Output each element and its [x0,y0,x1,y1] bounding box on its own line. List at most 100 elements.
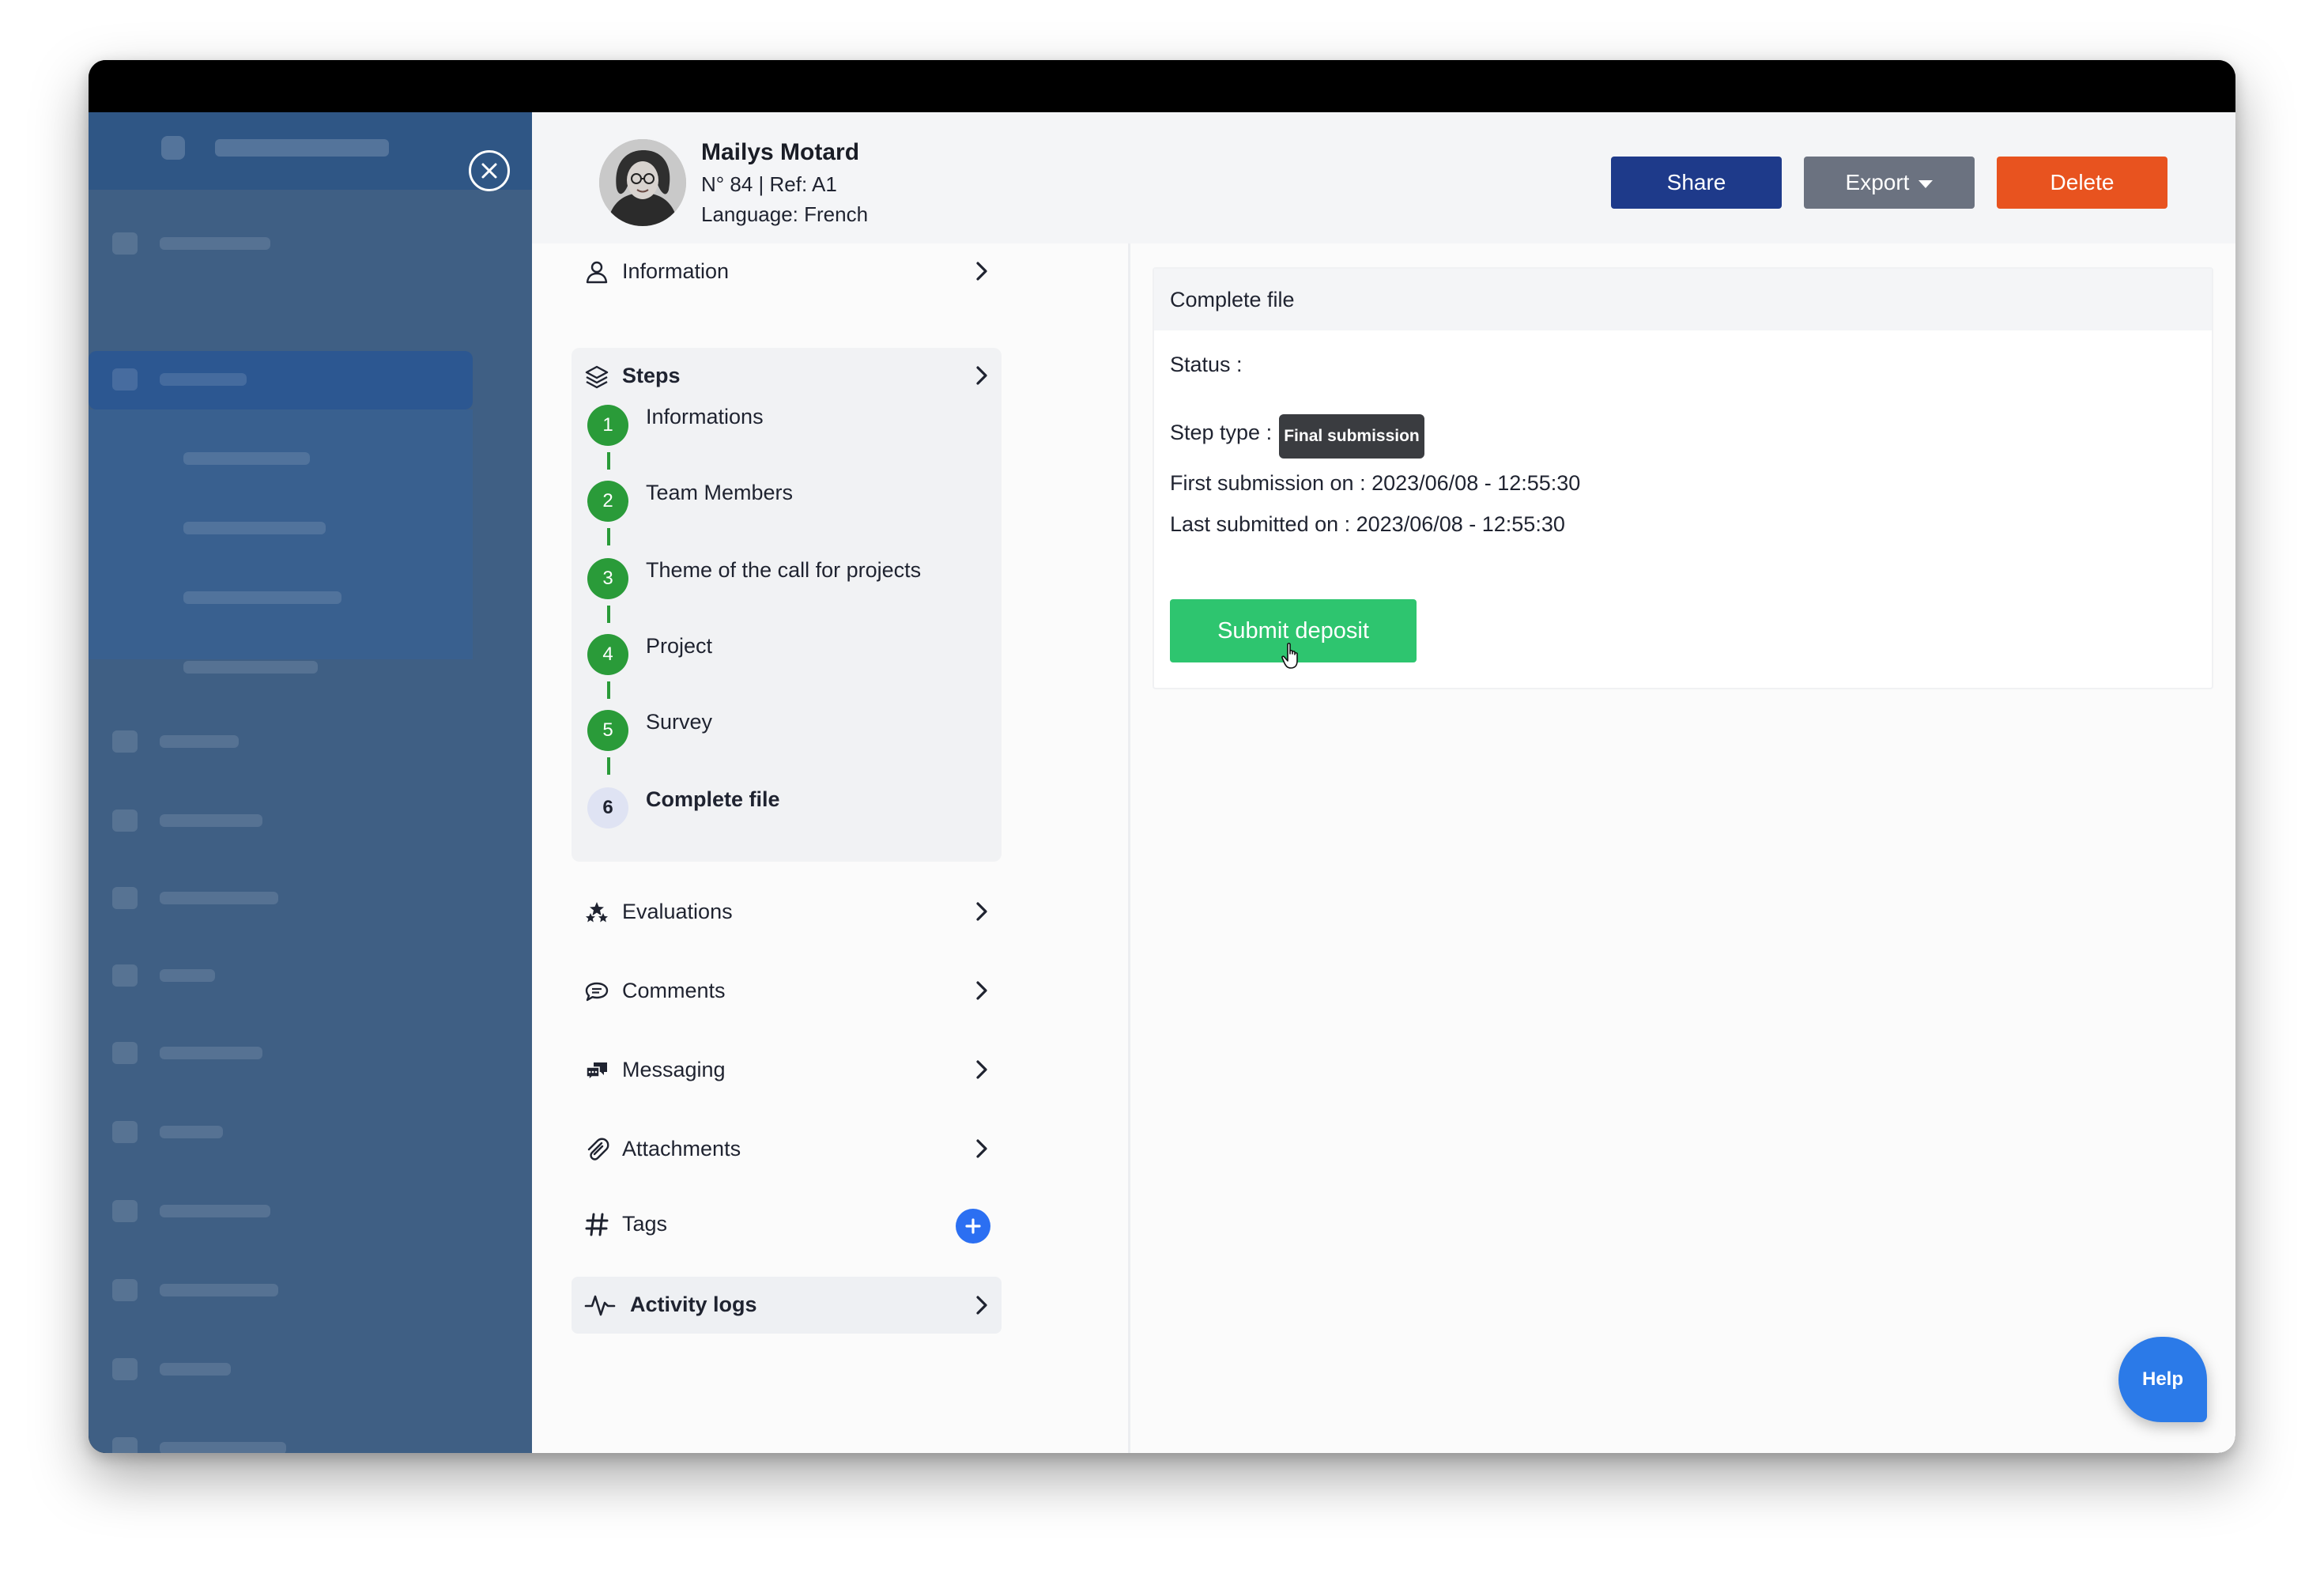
avatar [599,139,686,226]
card-title: Complete file [1170,288,1295,311]
nav-label-attachments: Attachments [622,1137,741,1161]
background-title [215,139,389,157]
background-menu-item [112,367,349,392]
background-menu-item [112,231,349,256]
background-menu-item [112,1040,349,1066]
file-navigation: Information Steps 1 Informations 2 Team … [532,243,1130,1453]
nav-label-information: Information [622,259,730,283]
close-button[interactable] [469,150,510,191]
background-menu-item [112,1198,349,1224]
step-label: Team Members [646,481,794,504]
nav-item-attachments[interactable]: Attachments [572,1121,1002,1176]
chevron-right-icon [976,1060,987,1079]
step-content-card: Complete file Status : Step type : Final… [1153,267,2213,689]
step-item[interactable]: 5 Survey [587,710,983,757]
background-menu-item [112,729,349,754]
comment-icon [585,982,609,1002]
activity-icon [584,1295,616,1316]
nav-label-messaging: Messaging [622,1058,726,1081]
caret-down-icon [1918,179,1934,188]
profile-header: Mailys Motard N° 84 | Ref: A1 Language: … [532,112,2235,243]
chevron-right-icon [976,902,987,921]
profile-language: Language: French [701,202,869,226]
step-label: Complete file [646,787,780,811]
messages-icon [586,1062,607,1081]
window-top-bar [89,60,2235,112]
export-label: Export [1845,170,1910,194]
step-number: 2 [587,481,628,522]
step-label: Informations [646,405,764,428]
nav-item-information[interactable]: Information [572,243,1002,299]
chevron-right-icon [976,1139,987,1158]
add-tag-button[interactable] [956,1209,990,1244]
paperclip-icon [587,1138,609,1161]
layers-icon [585,365,609,389]
step-connector [607,528,610,545]
help-button[interactable]: Help [2118,1337,2207,1422]
first-submission-text: First submission on : 2023/06/08 - 12:55… [1170,471,1581,495]
background-menu-item [112,1119,349,1145]
profile-name: Mailys Motard [701,139,860,165]
step-item[interactable]: 4 Project [587,634,983,681]
step-item-current[interactable]: 6 Complete file [587,787,983,835]
chevron-right-icon [976,262,987,281]
nav-item-activity-logs[interactable]: Activity logs [572,1277,1002,1334]
background-menu-item [112,808,349,833]
nav-item-comments[interactable]: Comments [572,963,1002,1018]
step-connector [607,606,610,623]
nav-label-steps: Steps [622,364,681,387]
nav-item-tags: Tags [572,1196,1002,1251]
hand-pointer-icon [1281,643,1298,669]
detail-panel: Mailys Motard N° 84 | Ref: A1 Language: … [532,112,2235,1453]
background-menu-item [112,446,349,471]
nav-item-messaging[interactable]: Messaging [572,1042,1002,1097]
step-label: Theme of the call for projects [646,558,922,582]
step-number: 5 [587,710,628,751]
stars-icon [586,902,608,923]
card-header: Complete file [1154,269,2212,330]
step-type-label: Step type : [1170,421,1273,444]
nav-item-steps[interactable]: Steps [572,348,1002,403]
background-sidebar [89,112,532,1453]
share-button[interactable]: Share [1611,157,1782,209]
export-button[interactable]: Export [1804,157,1975,209]
background-menu-item [112,1357,349,1382]
step-item[interactable]: 1 Informations [587,405,983,452]
step-type-badge: Final submission [1279,414,1424,459]
step-label: Project [646,634,713,658]
user-icon [586,261,608,284]
nav-label-activity-logs: Activity logs [630,1293,757,1316]
delete-button[interactable]: Delete [1997,157,2167,209]
status-label: Status : [1170,353,1243,376]
step-number: 1 [587,405,628,446]
close-icon [481,163,497,179]
step-number: 4 [587,634,628,675]
background-menu-item [112,1278,349,1303]
step-item[interactable]: 2 Team Members [587,481,983,528]
background-header [89,112,532,190]
nav-item-evaluations[interactable]: Evaluations [572,884,1002,939]
avatar-image [599,139,686,226]
step-item[interactable]: 3 Theme of the call for projects [587,558,983,606]
hashtag-icon [585,1213,609,1236]
step-number: 3 [587,558,628,599]
chevron-right-icon [976,1296,987,1315]
nav-label-evaluations: Evaluations [622,900,733,923]
background-menu-item [112,515,349,541]
background-menu-item [112,655,349,680]
background-menu-item [112,963,349,988]
chevron-right-icon [976,366,987,385]
steps-section: Steps 1 Informations 2 Team Members 3 Th… [572,348,1002,862]
chevron-right-icon [976,981,987,1000]
background-menu-item [112,885,349,911]
step-connector [607,681,610,699]
step-label: Survey [646,710,713,734]
last-submitted-text: Last submitted on : 2023/06/08 - 12:55:3… [1170,512,1565,536]
app-window: Mailys Motard N° 84 | Ref: A1 Language: … [89,60,2235,1453]
background-logo [161,136,185,160]
nav-label-tags: Tags [622,1212,668,1236]
profile-reference: N° 84 | Ref: A1 [701,172,837,196]
step-connector [607,757,610,775]
step-connector [607,452,610,470]
background-menu-item [112,1436,349,1453]
